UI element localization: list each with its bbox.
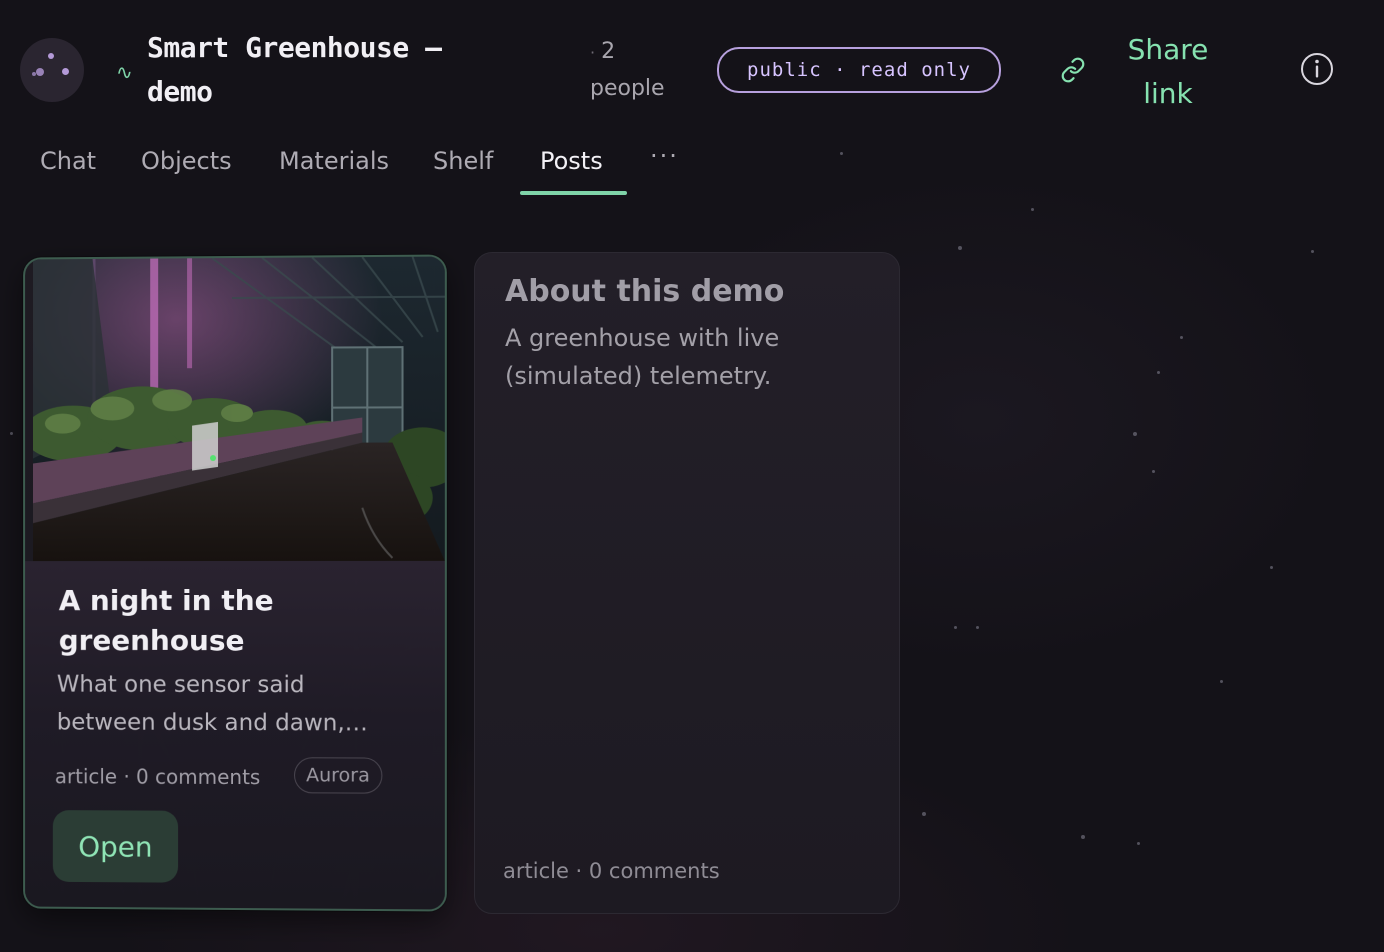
background-speck (976, 626, 979, 629)
post-meta: article · 0 comments (54, 764, 261, 790)
post-title[interactable]: About this demo (505, 273, 784, 311)
share-link-button[interactable]: Share link (1118, 28, 1218, 116)
background-speck (1081, 835, 1085, 839)
post-card[interactable]: About this demo A greenhouse with live (… (474, 252, 900, 914)
background-speck (922, 812, 926, 816)
tab-shelf[interactable]: Shelf (433, 144, 493, 178)
background-speck (1220, 680, 1223, 683)
people-label: people (590, 76, 665, 101)
background-speck (1180, 336, 1183, 339)
tab-objects[interactable]: Objects (141, 144, 232, 178)
background-speck (1031, 208, 1034, 211)
background-speck (1270, 566, 1273, 569)
background-speck (954, 626, 957, 629)
background-speck (1152, 470, 1155, 473)
background-speck (958, 246, 962, 250)
background-speck (10, 432, 13, 435)
wave-icon: ∿ (116, 60, 133, 84)
app-window: ∿ Smart Greenhouse — demo · 2 people publ… (0, 0, 1384, 952)
post-card[interactable]: A night in the greenhouse What one senso… (23, 254, 447, 912)
workspace-title: Smart Greenhouse — demo (147, 31, 442, 108)
post-cover-image (33, 256, 445, 562)
active-tab-indicator (520, 191, 627, 195)
more-tabs-button[interactable]: ··· (650, 142, 679, 170)
post-card-body: A night in the greenhouse What one senso… (25, 560, 445, 910)
post-meta: article · 0 comments (503, 859, 720, 883)
open-post-button[interactable]: Open (52, 810, 179, 883)
background-speck (1157, 371, 1160, 374)
link-icon[interactable] (1060, 57, 1086, 83)
workspace-avatar[interactable] (20, 38, 84, 102)
tab-chat[interactable]: Chat (40, 144, 96, 178)
visibility-badge: public · read only (717, 47, 1001, 93)
background-speck (1133, 432, 1137, 436)
background-speck (840, 152, 843, 155)
presence-separator: · (590, 43, 596, 62)
people-count: 2 (601, 39, 616, 64)
tab-posts[interactable]: Posts (540, 144, 603, 178)
post-excerpt: What one sensor said between dusk and da… (56, 671, 368, 737)
author-chip[interactable]: Aurora (294, 757, 382, 794)
post-excerpt: A greenhouse with live (simulated) telem… (505, 324, 780, 390)
tab-materials[interactable]: Materials (279, 144, 389, 178)
presence-indicator[interactable]: · 2 people (590, 34, 690, 107)
info-icon[interactable] (1300, 52, 1334, 86)
post-title[interactable]: A night in the greenhouse (59, 581, 399, 661)
background-speck (1137, 842, 1140, 845)
background-speck (1311, 250, 1314, 253)
